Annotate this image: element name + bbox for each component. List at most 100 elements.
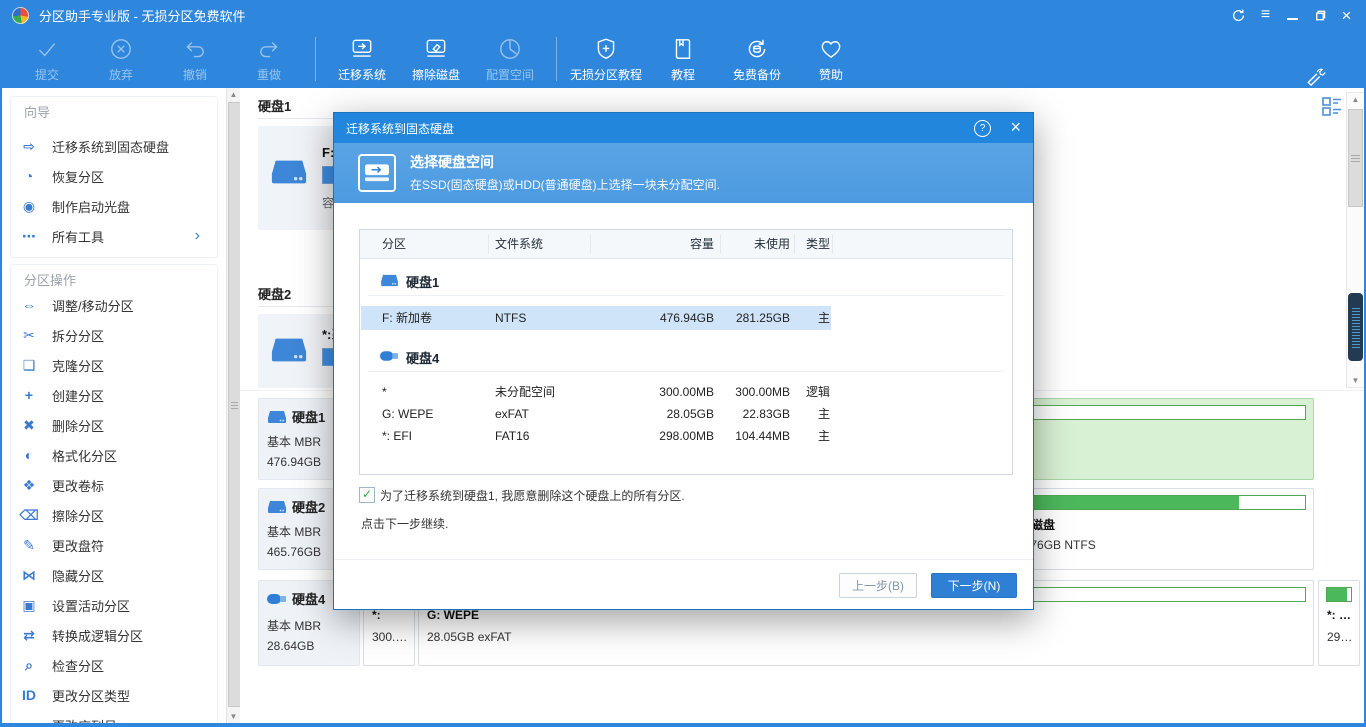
scroll-down-icon[interactable]: ▼ bbox=[1349, 374, 1362, 387]
maximize-button[interactable] bbox=[1306, 4, 1333, 26]
toolbar-migrate-system-button[interactable]: 迁移系统 bbox=[325, 36, 399, 83]
format-icon: ◐ bbox=[18, 447, 40, 463]
toolbar-tutorial-shield-button[interactable]: 无损分区教程 bbox=[566, 36, 646, 83]
table-row-unallocated[interactable]: * 未分配空间 300.00MB 300.00MB 逻辑 bbox=[360, 380, 1012, 404]
scroll-up-icon[interactable]: ▲ bbox=[1349, 93, 1362, 106]
toolbar-separator bbox=[556, 37, 557, 81]
sidebar-item-check-partition[interactable]: ⌕ 检查分区 bbox=[18, 651, 218, 679]
ops-section-title: 分区操作 bbox=[24, 270, 76, 289]
sidebar-item-change-type-id[interactable]: ID 更改分区类型 bbox=[18, 681, 218, 709]
partition-info: 300.00MB bbox=[372, 630, 410, 644]
plus-icon: + bbox=[18, 387, 40, 403]
toolbar-wipe-disk-button[interactable]: 擦除磁盘 bbox=[399, 36, 473, 83]
app-logo-icon bbox=[12, 7, 29, 24]
toolbar-allocate-space-button[interactable]: 配置空间 bbox=[473, 36, 547, 83]
col-partition: 分区 bbox=[382, 230, 487, 258]
toolbar-commit-button[interactable]: 提交 bbox=[10, 36, 84, 83]
disk4-scheme: 基本 MBR bbox=[267, 617, 321, 634]
boot-disc-icon: ◉ bbox=[18, 198, 40, 215]
tag-icon: ❖ bbox=[18, 477, 40, 494]
sidebar-item-change-drive-letter[interactable]: ✎ 更改盘符 bbox=[18, 531, 218, 559]
next-button[interactable]: 下一步(N) bbox=[931, 573, 1017, 598]
sidebar-item-format-partition[interactable]: ◐ 格式化分区 bbox=[18, 441, 218, 469]
undo-icon bbox=[182, 36, 208, 62]
sidebar-scrollbar[interactable]: ▲ ▼ bbox=[226, 88, 240, 723]
disk-migrate-icon bbox=[358, 154, 396, 192]
thumb-grip bbox=[1351, 155, 1360, 162]
sidebar-item-change-label[interactable]: ❖ 更改卷标 bbox=[18, 471, 218, 499]
all-tools-dots-icon: ⋯ bbox=[18, 228, 40, 245]
sidebar-item-delete-partition[interactable]: ✖ 删除分区 bbox=[18, 411, 218, 439]
sidebar-item-wipe-partition[interactable]: ⌫ 擦除分区 bbox=[18, 501, 218, 529]
minimize-icon bbox=[1287, 18, 1298, 20]
table-row-g-wepe[interactable]: G: WEPE exFAT 28.05GB 22.83GB 主 bbox=[360, 402, 1012, 426]
sidebar: 向导 ⇨ 迁移系统到固态硬盘 ◔ 恢复分区 ◉ 制作启动光盘 ⋯ 所有工具 › … bbox=[2, 88, 226, 723]
col-filesystem: 文件系统 bbox=[495, 230, 595, 258]
dialog-step-title: 选择硬盘空间 bbox=[410, 152, 494, 172]
disk2-size: 465.76GB bbox=[267, 545, 321, 559]
thumb-grip bbox=[231, 402, 238, 409]
sidebar-item-recover-partition[interactable]: ◔ 恢复分区 bbox=[18, 162, 218, 190]
main-scrollbar-dark-thumb[interactable] bbox=[1348, 293, 1363, 361]
redo-icon bbox=[256, 36, 282, 62]
table-row-efi[interactable]: *: EFI FAT16 298.00MB 104.44MB 主 bbox=[360, 424, 1012, 448]
help-icon[interactable]: ? bbox=[974, 120, 991, 137]
sidebar-item-set-active[interactable]: ▣ 设置活动分区 bbox=[18, 591, 218, 619]
partition-label: *: bbox=[372, 608, 410, 622]
toolbar-separator bbox=[315, 37, 316, 81]
trash-icon: ✖ bbox=[18, 417, 40, 434]
toolbar-tutorials-button[interactable]: 教程 bbox=[646, 36, 720, 83]
header-separator bbox=[832, 234, 833, 254]
main-scrollbar-thumb[interactable] bbox=[1348, 109, 1363, 207]
sidebar-item-resize-move[interactable]: ⇔ 调整/移动分区 bbox=[18, 291, 218, 319]
confirm-checkbox-label: 为了迁移系统到硬盘1, 我愿意删除这个硬盘上的所有分区. bbox=[380, 487, 685, 504]
disk4-partition-block-efi[interactable]: *: EFI 298.00MB FAT16 bbox=[1318, 580, 1360, 666]
sidebar-item-all-tools[interactable]: ⋯ 所有工具 › bbox=[18, 222, 218, 250]
sync-icon[interactable] bbox=[1225, 4, 1252, 26]
heart-icon bbox=[818, 36, 844, 62]
sidebar-item-make-boot-disc[interactable]: ◉ 制作启动光盘 bbox=[18, 192, 218, 220]
back-button[interactable]: 上一步(B) bbox=[839, 573, 917, 598]
scroll-up-icon[interactable]: ▲ bbox=[227, 88, 240, 101]
sidebar-item-convert-logical[interactable]: ⇄ 转换成逻辑分区 bbox=[18, 621, 218, 649]
confirm-checkbox[interactable]: ✓ bbox=[359, 487, 375, 503]
convert-icon: ⇄ bbox=[18, 627, 40, 644]
sidebar-item-migrate-os[interactable]: ⇨ 迁移系统到固态硬盘 bbox=[18, 132, 218, 160]
toolbar-sponsor-button[interactable]: 赞助 bbox=[794, 36, 868, 83]
close-button[interactable]: × bbox=[1333, 4, 1360, 26]
next-hint-text: 点击下一步继续. bbox=[361, 515, 448, 532]
detail-view-toggle-icon[interactable] bbox=[1320, 94, 1344, 121]
scroll-down-icon[interactable]: ▼ bbox=[227, 710, 240, 723]
table-row-f-volume[interactable]: F: 新加卷 NTFS 476.94GB 281.25GB 主 bbox=[360, 306, 1012, 330]
dialog-close-button[interactable]: × bbox=[1010, 117, 1021, 138]
menu-icon[interactable]: ≡ bbox=[1252, 4, 1279, 26]
chevron-right-icon: › bbox=[195, 227, 200, 245]
minimize-button[interactable] bbox=[1279, 4, 1306, 26]
main-scrollbar[interactable]: ▲ ▼ bbox=[1346, 92, 1364, 388]
titlebar: 分区助手专业版 - 无损分区免费软件 ≡ × bbox=[0, 0, 1366, 30]
toolbar-discard-button[interactable]: 放弃 bbox=[84, 36, 158, 83]
disk2-partition-block-2[interactable]: 本地磁盘 465.76GB NTFS bbox=[998, 488, 1314, 570]
clone-icon: ❏ bbox=[18, 357, 40, 374]
toolbar-redo-button[interactable]: 重做 bbox=[232, 36, 306, 83]
sidebar-item-hide-partition[interactable]: ⋈ 隐藏分区 bbox=[18, 561, 218, 589]
recover-pie-icon: ◔ bbox=[18, 168, 40, 184]
col-capacity: 容量 bbox=[596, 230, 714, 258]
dialog-titlebar: 迁移系统到固态硬盘 ? × bbox=[334, 113, 1033, 143]
resize-move-icon: ⇔ bbox=[18, 297, 40, 313]
disk-arrow-icon bbox=[349, 36, 375, 62]
sidebar-item-clone-partition[interactable]: ❏ 克隆分区 bbox=[18, 351, 218, 379]
col-unused: 未使用 bbox=[716, 230, 790, 258]
toolbar-undo-button[interactable]: 撤销 bbox=[158, 36, 232, 83]
toolbar: 提交 放弃 撤销 重做 迁移系统 擦除磁盘 配置空间 无损 bbox=[0, 30, 1366, 88]
sidebar-item-change-serial[interactable]: ▬ 更改序列号 bbox=[18, 711, 218, 723]
dialog-step-subtitle: 在SSD(固态硬盘)或HDD(普通硬盘)上选择一块未分配空间. bbox=[410, 176, 720, 193]
toolbar-free-backup-button[interactable]: 免费备份 bbox=[720, 36, 794, 83]
wrench-icon bbox=[1304, 64, 1330, 90]
list-disk2-title: 硬盘2 bbox=[258, 284, 291, 303]
hdd-icon bbox=[267, 410, 287, 424]
header-separator bbox=[720, 234, 721, 254]
group-underline bbox=[368, 371, 1004, 372]
sidebar-item-create-partition[interactable]: + 创建分区 bbox=[18, 381, 218, 409]
sidebar-item-split-partition[interactable]: ✂ 拆分分区 bbox=[18, 321, 218, 349]
